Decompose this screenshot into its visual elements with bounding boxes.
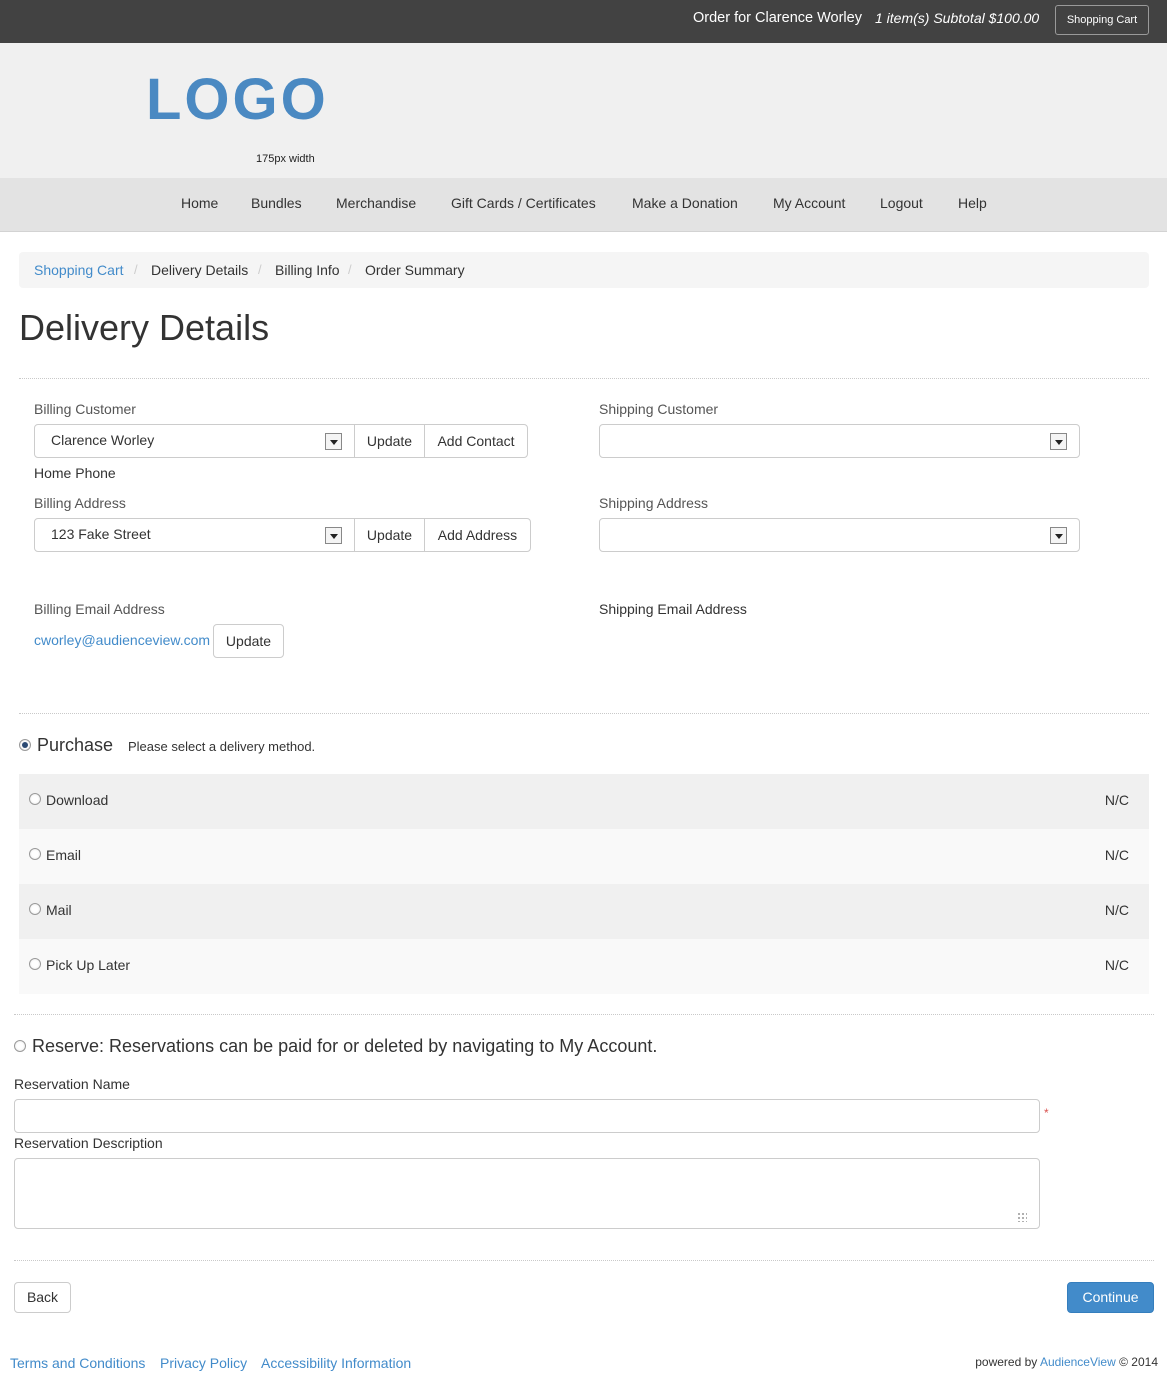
delivery-method-row[interactable]: Pick Up Later N/C — [19, 939, 1149, 994]
page-title: Delivery Details — [19, 307, 270, 348]
add-contact-button[interactable]: Add Contact — [424, 424, 528, 458]
shipping-customer-label: Shipping Customer — [599, 401, 719, 417]
nav-item-help[interactable]: Help — [958, 195, 987, 211]
order-for-text: Order for Clarence Worley — [693, 10, 862, 26]
divider — [19, 378, 1149, 379]
delivery-method-price: N/C — [1104, 957, 1129, 973]
cart-subtotal: 1 item(s) Subtotal $100.00 — [875, 10, 1040, 26]
reserve-radio[interactable] — [14, 1040, 26, 1052]
nav-item-home[interactable]: Home — [181, 195, 218, 211]
footer-link-terms[interactable]: Terms and Conditions — [10, 1355, 145, 1371]
resize-grip-icon[interactable] — [1017, 1212, 1027, 1222]
add-address-button[interactable]: Add Address — [424, 518, 531, 552]
logo[interactable]: LOGO — [146, 71, 329, 129]
billing-customer-value: Clarence Worley — [51, 432, 155, 448]
billing-address-label: Billing Address — [34, 495, 126, 511]
continue-button[interactable]: Continue — [1067, 1282, 1154, 1313]
billing-customer-label: Billing Customer — [34, 401, 136, 417]
nav-item-logout[interactable]: Logout — [880, 195, 923, 211]
delivery-method-radio[interactable] — [29, 903, 41, 915]
reservation-description-label: Reservation Description — [14, 1135, 163, 1151]
nav-item-bundles[interactable]: Bundles — [251, 195, 302, 211]
reservation-name-input[interactable] — [14, 1099, 1040, 1133]
nav-item-gift-cards[interactable]: Gift Cards / Certificates — [451, 195, 596, 211]
billing-customer-update-button[interactable]: Update — [354, 424, 425, 458]
delivery-method-price: N/C — [1104, 792, 1129, 808]
logo-caption: 175px width — [256, 153, 315, 165]
billing-email-label: Billing Email Address — [34, 601, 165, 617]
delivery-method-radio[interactable] — [29, 958, 41, 970]
breadcrumb-billing-info: Billing Info — [275, 262, 340, 278]
delivery-method-price: N/C — [1104, 902, 1129, 918]
billing-address-value: 123 Fake Street — [51, 526, 151, 542]
shipping-address-label: Shipping Address — [599, 495, 708, 511]
main-nav: Home Bundles Merchandise Gift Cards / Ce… — [0, 178, 1167, 232]
site-header: LOGO 175px width — [0, 43, 1167, 178]
breadcrumb-separator: / — [258, 262, 262, 277]
breadcrumb-delivery-details: Delivery Details — [151, 262, 249, 278]
purchase-radio[interactable] — [19, 739, 31, 751]
home-phone-label: Home Phone — [34, 465, 116, 481]
footer-link-accessibility[interactable]: Accessibility Information — [261, 1355, 411, 1371]
divider — [19, 713, 1149, 714]
footer-link-privacy[interactable]: Privacy Policy — [160, 1355, 247, 1371]
breadcrumb-separator: / — [348, 262, 352, 277]
delivery-method-row[interactable]: Email N/C — [19, 829, 1149, 884]
divider — [14, 1014, 1154, 1015]
nav-item-make-a-donation[interactable]: Make a Donation — [632, 195, 738, 211]
delivery-method-row[interactable]: Mail N/C — [19, 884, 1149, 939]
delivery-method-label: Download — [46, 792, 109, 808]
shipping-customer-select[interactable] — [599, 424, 1080, 458]
chevron-down-icon — [325, 433, 342, 450]
nav-item-merchandise[interactable]: Merchandise — [336, 195, 416, 211]
delivery-method-label: Mail — [46, 902, 72, 918]
delivery-method-radio[interactable] — [29, 848, 41, 860]
powered-by-prefix: powered by — [975, 1355, 1038, 1369]
billing-email-link[interactable]: cworley@audienceview.com — [34, 632, 210, 648]
chevron-down-icon — [1050, 433, 1067, 450]
delivery-method-label: Pick Up Later — [46, 957, 131, 973]
top-bar: Order for Clarence Worley 1 item(s) Subt… — [0, 0, 1167, 43]
divider — [14, 1260, 1154, 1261]
shopping-cart-button[interactable]: Shopping Cart — [1055, 5, 1149, 35]
reserve-title: Reserve: Reservations can be paid for or… — [32, 1036, 658, 1056]
delivery-method-row[interactable]: Download N/C — [19, 774, 1149, 829]
delivery-method-label: Email — [46, 847, 82, 863]
delivery-method-price: N/C — [1104, 847, 1129, 863]
shipping-address-select[interactable] — [599, 518, 1080, 552]
billing-address-select[interactable]: 123 Fake Street — [34, 518, 355, 552]
purchase-title: Purchase — [37, 735, 114, 755]
reservation-description-textarea[interactable] — [14, 1158, 1040, 1229]
copyright: © 2014 — [1119, 1355, 1158, 1369]
breadcrumb-separator: / — [134, 262, 138, 277]
purchase-note: Please select a delivery method. — [128, 739, 316, 754]
required-indicator: * — [1044, 1106, 1049, 1120]
chevron-down-icon — [325, 527, 342, 544]
billing-email-update-button[interactable]: Update — [213, 624, 284, 658]
billing-customer-select[interactable]: Clarence Worley — [34, 424, 355, 458]
nav-item-my-account[interactable]: My Account — [773, 195, 845, 211]
delivery-method-radio[interactable] — [29, 793, 41, 805]
audienceview-link[interactable]: AudienceView — [1040, 1355, 1116, 1369]
shipping-email-label: Shipping Email Address — [599, 601, 747, 617]
back-button[interactable]: Back — [14, 1282, 71, 1313]
chevron-down-icon — [1050, 527, 1067, 544]
billing-address-update-button[interactable]: Update — [354, 518, 425, 552]
breadcrumb-shopping-cart[interactable]: Shopping Cart — [34, 262, 124, 278]
breadcrumb-order-summary: Order Summary — [365, 262, 465, 278]
powered-by: powered by AudienceView © 2014 — [975, 1355, 1158, 1369]
breadcrumb: Shopping Cart / Delivery Details / Billi… — [19, 252, 1149, 288]
reservation-name-label: Reservation Name — [14, 1076, 130, 1092]
